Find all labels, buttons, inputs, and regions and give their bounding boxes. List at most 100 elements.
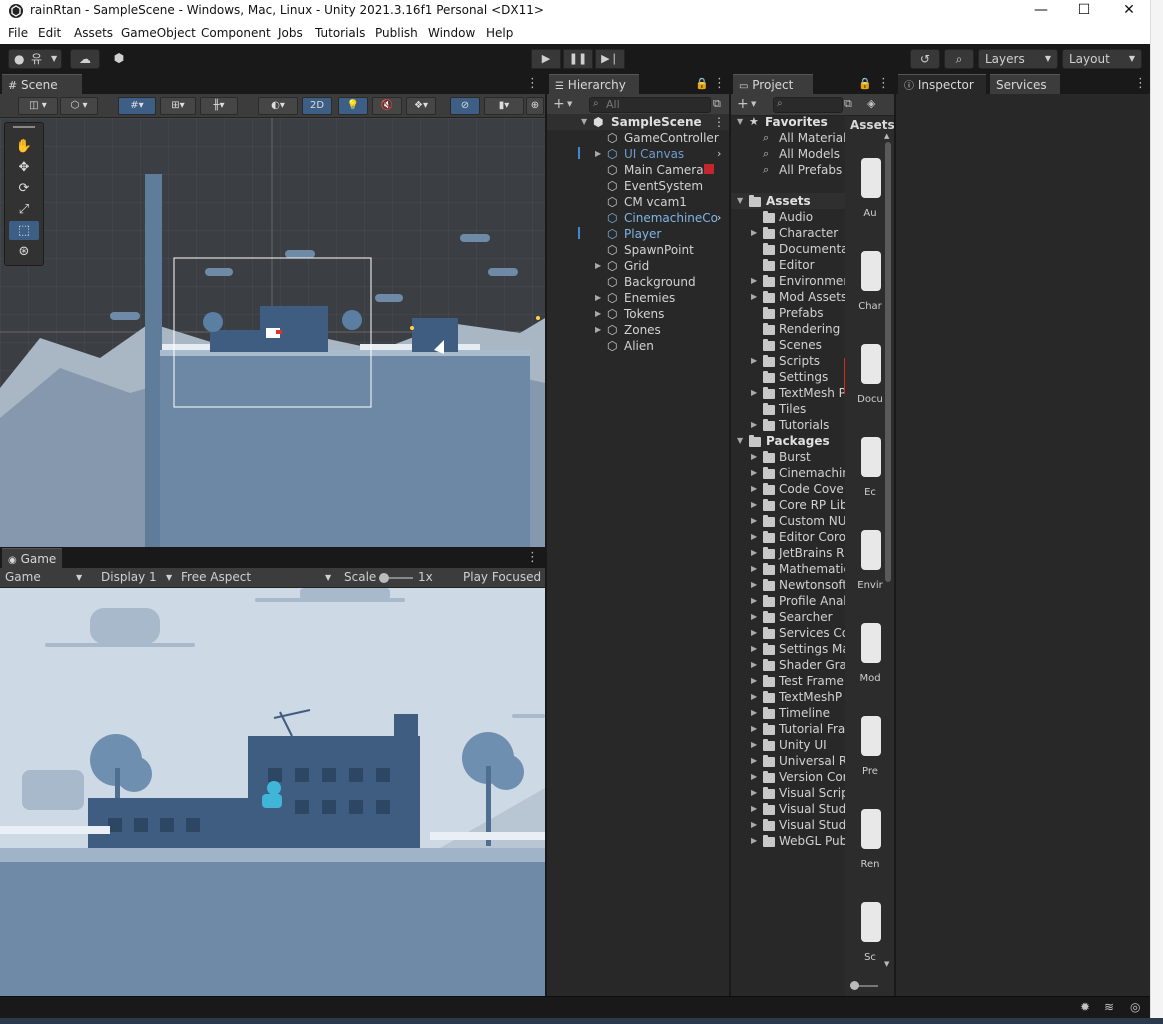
package-item[interactable]: ▶ Burst bbox=[731, 449, 845, 465]
asset-folder-item[interactable]: Audio bbox=[731, 209, 845, 225]
package-item[interactable]: ▶ Cinemachin bbox=[731, 465, 845, 481]
maximize-button[interactable]: ☐ bbox=[1061, 0, 1107, 22]
package-item[interactable]: ▶ Tutorial Fra bbox=[731, 721, 845, 737]
lock-icon[interactable]: 🔒 bbox=[695, 74, 709, 94]
menu-publish[interactable]: Publish bbox=[375, 26, 418, 40]
search-by-label-icon[interactable]: ◈ bbox=[867, 97, 875, 110]
package-item[interactable]: ▶ Mathematic bbox=[731, 561, 845, 577]
asset-folder-item[interactable]: Rendering bbox=[731, 321, 845, 337]
hierarchy-item[interactable]: ⬡ Player bbox=[547, 226, 729, 242]
hierarchy-item[interactable]: ⬡ EventSystem bbox=[547, 178, 729, 194]
menu-assets[interactable]: Assets bbox=[74, 26, 113, 40]
expand-arrow-icon[interactable]: ▶ bbox=[751, 497, 757, 513]
increment-snap-dropdown[interactable]: ╫▾ bbox=[200, 97, 238, 115]
asset-folder-thumbnail[interactable] bbox=[861, 902, 881, 942]
package-item[interactable]: ▶ Version Cor bbox=[731, 769, 845, 785]
packages-header[interactable]: ▼ Packages bbox=[731, 433, 845, 449]
package-item[interactable]: ▶ Editor Coro bbox=[731, 529, 845, 545]
hierarchy-item[interactable]: ⬡ Main Camera bbox=[547, 162, 729, 178]
expand-arrow-icon[interactable]: ▶ bbox=[751, 465, 757, 481]
project-menu-icon[interactable]: ⋮ bbox=[877, 74, 890, 94]
menu-gameobject[interactable]: GameObject bbox=[121, 26, 196, 40]
asset-folder-item[interactable]: Scenes bbox=[731, 337, 845, 353]
favorite-item[interactable]: ⌕ All Material bbox=[731, 130, 845, 146]
add-button[interactable]: + bbox=[737, 96, 749, 112]
scale-slider-thumb[interactable] bbox=[379, 573, 389, 583]
expand-arrow-icon[interactable]: ▶ bbox=[751, 273, 757, 289]
expand-arrow-icon[interactable]: ▶ bbox=[751, 641, 757, 657]
search-mode-icon[interactable]: ⧉ bbox=[713, 97, 721, 111]
assets-header[interactable]: ▼ Assets bbox=[731, 193, 845, 209]
search-by-type-icon[interactable]: ⧉ bbox=[844, 97, 852, 111]
asset-folder-thumbnail[interactable] bbox=[861, 716, 881, 756]
game-mode-dropdown[interactable]: Game bbox=[5, 570, 41, 584]
bug-icon[interactable]: ✹ bbox=[1080, 1000, 1090, 1014]
hidden-objects-toggle[interactable]: ⊘ bbox=[450, 97, 480, 115]
package-item[interactable]: ▶ Visual Scrip bbox=[731, 785, 845, 801]
aspect-dropdown[interactable]: Free Aspect bbox=[181, 570, 251, 584]
package-item[interactable]: ▶ Test Frame bbox=[731, 673, 845, 689]
scene-menu-icon[interactable]: ⋮ bbox=[526, 74, 539, 94]
asset-folder-thumbnail[interactable] bbox=[861, 158, 881, 198]
package-item[interactable]: ▶ Visual Stud bbox=[731, 817, 845, 833]
expand-arrow-icon[interactable]: ▶ bbox=[751, 801, 757, 817]
tab-hierarchy[interactable]: ☰ Hierarchy bbox=[549, 74, 639, 94]
layers-dropdown[interactable]: Layers ▼ bbox=[978, 49, 1058, 69]
menu-edit[interactable]: Edit bbox=[38, 26, 61, 40]
close-button[interactable]: ✕ bbox=[1106, 0, 1152, 22]
package-item[interactable]: ▶ Timeline bbox=[731, 705, 845, 721]
game-menu-icon[interactable]: ⋮ bbox=[526, 548, 539, 568]
lighting-toggle[interactable]: 💡 bbox=[338, 97, 368, 115]
auto-refresh-icon[interactable]: ◎ bbox=[1130, 1000, 1140, 1014]
menu-help[interactable]: Help bbox=[486, 26, 513, 40]
tab-scene[interactable]: # Scene bbox=[2, 74, 82, 94]
hierarchy-item[interactable]: ⬡ SpawnPoint bbox=[547, 242, 729, 258]
package-item[interactable]: ▶ Shader Gra bbox=[731, 657, 845, 673]
step-button[interactable]: ▶❘ bbox=[595, 49, 625, 69]
expand-arrow-icon[interactable]: ▶ bbox=[751, 417, 757, 433]
hierarchy-scene-root[interactable]: ▼ ⬢ SampleScene ⋮ bbox=[547, 114, 729, 130]
expand-arrow-icon[interactable]: ▶ bbox=[751, 769, 757, 785]
scale-tool-button[interactable]: ⤢ bbox=[9, 200, 39, 219]
layout-dropdown[interactable]: Layout ▼ bbox=[1062, 49, 1142, 69]
minimize-button[interactable]: — bbox=[1018, 0, 1064, 22]
expand-arrow-icon[interactable]: ▶ bbox=[595, 322, 601, 338]
favorites-header[interactable]: ▼ ★ Favorites bbox=[731, 114, 845, 130]
scroll-up-icon[interactable]: ▲ bbox=[884, 132, 889, 140]
hierarchy-item[interactable]: ⬡ CM vcam1 bbox=[547, 194, 729, 210]
cache-server-icon[interactable]: ≋ bbox=[1104, 1000, 1114, 1014]
transform-tool-button[interactable]: ⊛ bbox=[9, 242, 39, 261]
inspector-menu-icon[interactable]: ⋮ bbox=[1134, 74, 1147, 94]
package-item[interactable]: ▶ Profile Anal bbox=[731, 593, 845, 609]
expand-arrow-icon[interactable]: ▶ bbox=[751, 625, 757, 641]
menu-tutorials[interactable]: Tutorials bbox=[315, 26, 365, 40]
menu-file[interactable]: File bbox=[8, 26, 28, 40]
camera-dropdown[interactable]: ▮▾ bbox=[484, 97, 524, 115]
expand-arrow-icon[interactable]: ▶ bbox=[751, 753, 757, 769]
package-item[interactable]: ▶ JetBrains R bbox=[731, 545, 845, 561]
expand-arrow-icon[interactable]: ▶ bbox=[751, 705, 757, 721]
expand-arrow-icon[interactable]: ▶ bbox=[751, 481, 757, 497]
asset-folder-item[interactable]: Editor bbox=[731, 257, 845, 273]
expand-arrow-icon[interactable]: ▶ bbox=[751, 721, 757, 737]
package-item[interactable]: ▶ Services Co bbox=[731, 625, 845, 641]
hierarchy-menu-icon[interactable]: ⋮ bbox=[713, 74, 726, 94]
package-item[interactable]: ▶ Settings Ma bbox=[731, 641, 845, 657]
play-button[interactable]: ▶ bbox=[531, 49, 561, 69]
hierarchy-item[interactable]: ⬡ Alien bbox=[547, 338, 729, 354]
expand-arrow-icon[interactable]: ▶ bbox=[751, 833, 757, 849]
expand-arrow-icon[interactable]: ▶ bbox=[751, 737, 757, 753]
asset-folder-item[interactable]: ▶ Environmen bbox=[731, 273, 845, 289]
undo-history-button[interactable]: ↺ bbox=[910, 49, 940, 69]
asset-folder-item[interactable]: Tiles bbox=[731, 401, 845, 417]
expand-arrow-icon[interactable]: ▶ bbox=[595, 258, 601, 274]
favorite-item[interactable]: ⌕ All Models bbox=[731, 146, 845, 162]
hierarchy-item[interactable]: ▶ ⬡ Tokens bbox=[547, 306, 729, 322]
scene-menu-icon[interactable]: ⋮ bbox=[713, 114, 725, 130]
chevron-right-icon[interactable]: › bbox=[717, 146, 721, 162]
rotate-tool-button[interactable]: ⟳ bbox=[9, 179, 39, 198]
scale-slider[interactable] bbox=[379, 573, 413, 583]
asset-folder-item[interactable]: ▶ Mod Assets bbox=[731, 289, 845, 305]
palette-handle-icon[interactable] bbox=[13, 126, 35, 128]
package-item[interactable]: ▶ Visual Stud bbox=[731, 801, 845, 817]
